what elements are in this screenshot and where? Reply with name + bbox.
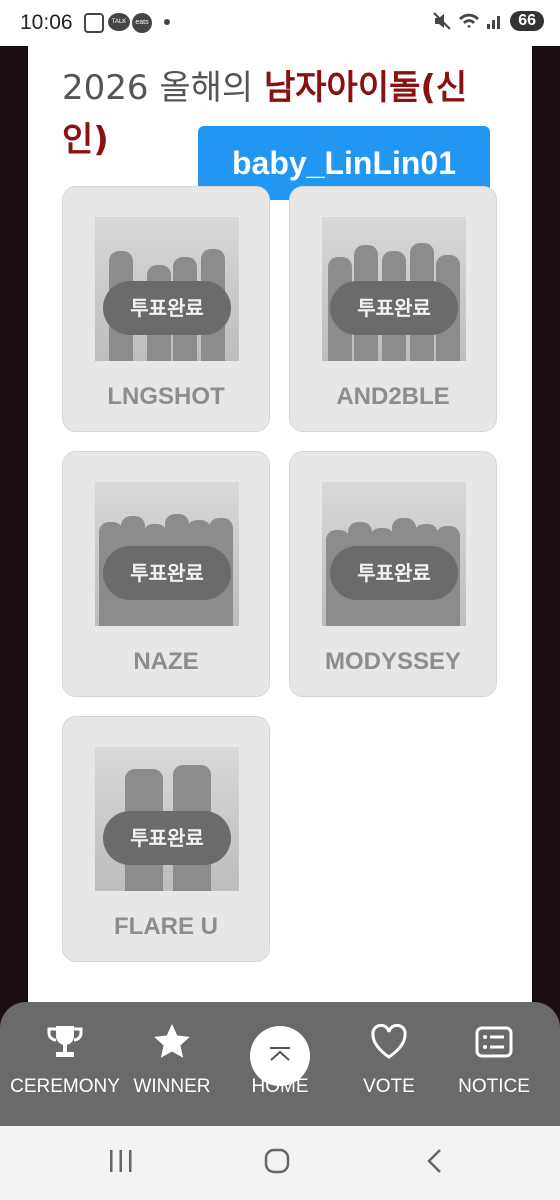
idol-card-modyssey[interactable]: 투표완료 MODYSSEY bbox=[289, 451, 497, 697]
heart-icon bbox=[371, 1023, 407, 1059]
kakaotalk-icon: TALK bbox=[108, 13, 130, 31]
idol-name: MODYSSEY bbox=[324, 648, 462, 675]
back-icon[interactable] bbox=[420, 1146, 450, 1176]
idol-card-and2ble[interactable]: 투표완료 AND2BLE bbox=[289, 186, 497, 432]
nav-label: CEREMONY bbox=[10, 1076, 120, 1097]
vote-complete-badge: 투표완료 bbox=[103, 546, 231, 600]
coupang-eats-icon: eats bbox=[132, 13, 152, 33]
star-icon bbox=[154, 1024, 190, 1058]
nav-vote[interactable]: VOTE bbox=[333, 1002, 445, 1126]
vote-complete-badge: 투표완료 bbox=[330, 281, 458, 335]
system-nav-bar bbox=[0, 1126, 560, 1200]
idol-name: LNGSHOT bbox=[107, 383, 225, 410]
chevron-up-icon bbox=[270, 1047, 290, 1061]
nav-label: NOTICE bbox=[458, 1076, 530, 1097]
home-nav-icon[interactable] bbox=[262, 1146, 292, 1176]
idol-card-flare-u[interactable]: 투표완료 FLARE U bbox=[62, 716, 270, 962]
list-icon bbox=[475, 1026, 513, 1058]
wifi-icon bbox=[459, 13, 480, 28]
screenshot-icon bbox=[84, 13, 104, 33]
nav-winner[interactable]: WINNER bbox=[116, 1002, 228, 1126]
status-right: 66 bbox=[432, 11, 544, 31]
idol-name: FLARE U bbox=[114, 913, 218, 940]
nav-notice[interactable]: NOTICE bbox=[438, 1002, 550, 1126]
notification-dot-icon bbox=[164, 19, 170, 25]
vote-complete-badge: 투표완료 bbox=[103, 811, 231, 865]
nav-label: VOTE bbox=[363, 1076, 415, 1097]
nav-ceremony[interactable]: CEREMONY bbox=[9, 1002, 121, 1126]
title-plain: 2026 올해의 bbox=[62, 68, 264, 108]
idol-card-naze[interactable]: 투표완료 NAZE bbox=[62, 451, 270, 697]
idol-card-lngshot[interactable]: 투표완료 LNGSHOT bbox=[62, 186, 270, 432]
vote-complete-badge: 투표완료 bbox=[103, 281, 231, 335]
trophy-icon bbox=[47, 1026, 83, 1057]
mute-icon bbox=[433, 12, 451, 30]
battery-indicator: 66 bbox=[510, 11, 544, 31]
scroll-top-button[interactable] bbox=[250, 1026, 310, 1086]
idol-name: NAZE bbox=[133, 648, 199, 675]
nav-label: WINNER bbox=[133, 1076, 211, 1097]
signal-icon bbox=[487, 16, 501, 29]
vote-complete-badge: 투표완료 bbox=[330, 546, 458, 600]
recent-apps-icon[interactable] bbox=[106, 1146, 136, 1176]
idol-name: AND2BLE bbox=[336, 383, 450, 410]
status-time: 10:06 bbox=[20, 11, 73, 34]
